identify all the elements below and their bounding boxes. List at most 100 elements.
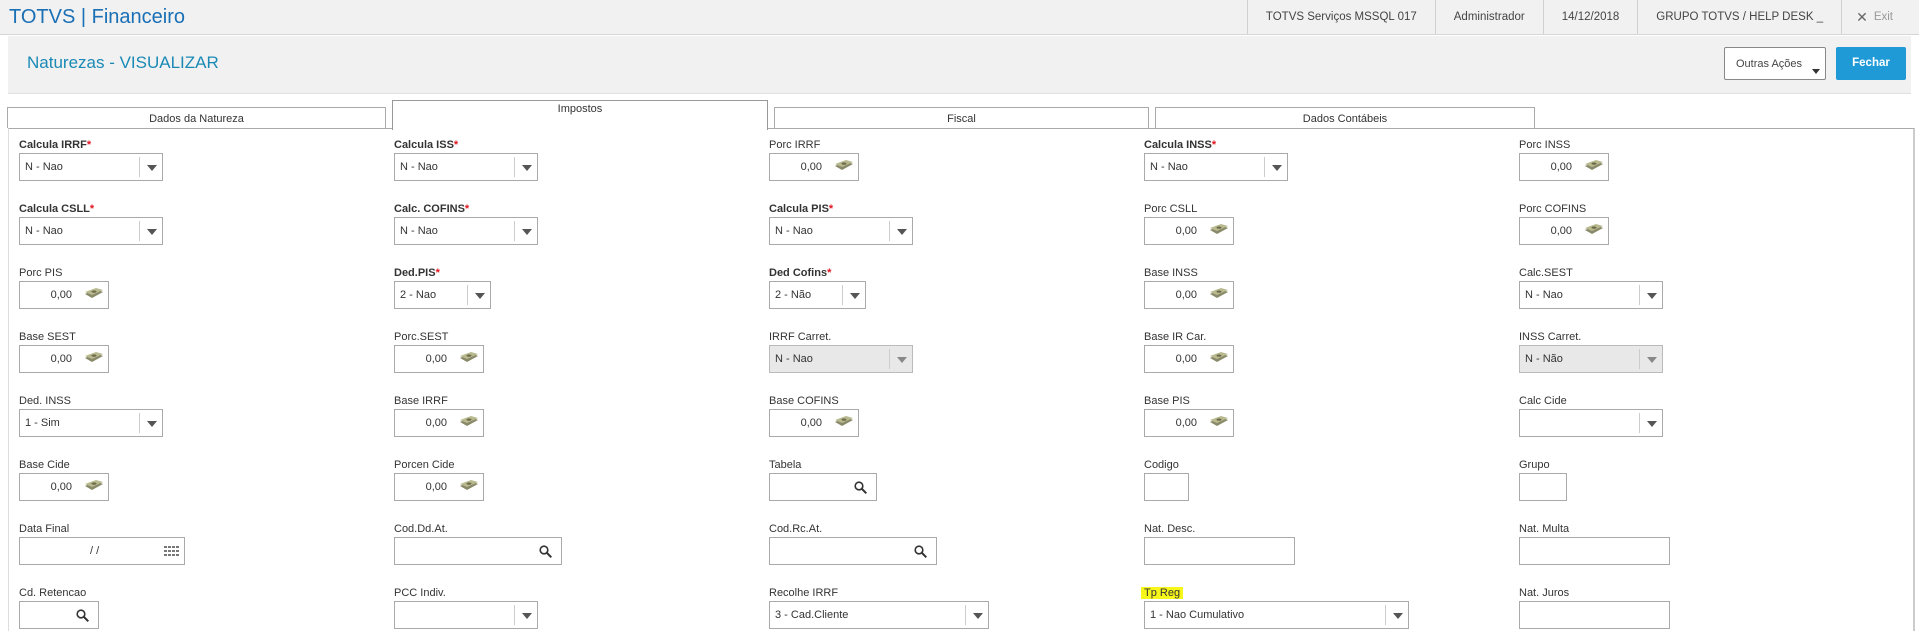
cod-rc-at-label: Cod.Rc.At. <box>769 523 822 535</box>
porc-cofins-field[interactable]: 0,00 <box>1519 217 1609 245</box>
tab-fiscal[interactable]: Fiscal <box>774 107 1149 128</box>
calcula-pis-select[interactable]: N - Nao <box>769 217 913 245</box>
calcula-irrf-select[interactable]: N - Nao <box>19 153 163 181</box>
ded-inss-value: 1 - Sim <box>25 417 60 429</box>
tp-reg-label: Tp Reg <box>1141 587 1184 599</box>
cd-retencao-lookup[interactable] <box>19 601 99 629</box>
money-icon[interactable] <box>1209 352 1229 363</box>
money-icon[interactable] <box>834 160 854 171</box>
base-sest-value: 0,00 <box>50 353 72 365</box>
chevron-down-icon[interactable] <box>1385 605 1408 625</box>
chevron-down-icon[interactable] <box>514 221 537 241</box>
chevron-down-icon[interactable] <box>139 157 162 177</box>
close-button[interactable]: Fechar <box>1836 47 1906 80</box>
base-cide-field[interactable]: 0,00 <box>19 473 109 501</box>
base-inss-field[interactable]: 0,00 <box>1144 281 1234 309</box>
calcula-inss-select[interactable]: N - Nao <box>1144 153 1288 181</box>
search-icon[interactable] <box>854 481 868 495</box>
chevron-down-icon[interactable] <box>1639 349 1662 369</box>
recolhe-irrf-select[interactable]: 3 - Cad.Cliente <box>769 601 989 629</box>
chevron-down-icon[interactable] <box>842 285 865 305</box>
money-icon[interactable] <box>459 480 479 491</box>
money-icon[interactable] <box>834 416 854 427</box>
calcula-csll-select[interactable]: N - Nao <box>19 217 163 245</box>
porc-sest-field[interactable]: 0,00 <box>394 345 484 373</box>
cod-dd-at-lookup[interactable] <box>394 537 562 565</box>
porcen-cide-field[interactable]: 0,00 <box>394 473 484 501</box>
money-icon[interactable] <box>1209 224 1229 235</box>
search-icon[interactable] <box>76 609 90 623</box>
tp-reg-select[interactable]: 1 - Nao Cumulativo <box>1144 601 1409 629</box>
calcula-iss-select[interactable]: N - Nao <box>394 153 538 181</box>
ded-cofins-select[interactable]: 2 - Não <box>769 281 866 309</box>
chevron-down-icon[interactable] <box>514 157 537 177</box>
company-label[interactable]: GRUPO TOTVS / HELP DESK _ <box>1637 0 1841 34</box>
nat-desc-field[interactable] <box>1144 537 1295 565</box>
porc-irrf-field[interactable]: 0,00 <box>769 153 859 181</box>
porc-inss-label-text: Porc INSS <box>1519 139 1571 151</box>
base-irrf-label: Base IRRF <box>394 395 448 407</box>
porc-inss-field[interactable]: 0,00 <box>1519 153 1609 181</box>
porc-csll-field[interactable]: 0,00 <box>1144 217 1234 245</box>
chevron-down-icon[interactable] <box>889 349 912 369</box>
other-actions-button[interactable]: Outras Ações <box>1724 47 1826 80</box>
porc-pis-field[interactable]: 0,00 <box>19 281 109 309</box>
chevron-down-icon[interactable] <box>467 285 490 305</box>
data-final-date-field[interactable]: / / <box>19 537 185 565</box>
money-icon[interactable] <box>84 288 104 299</box>
money-icon[interactable] <box>1209 416 1229 427</box>
nat-juros-field[interactable] <box>1519 601 1670 629</box>
tab-dados-contabeis[interactable]: Dados Contábeis <box>1155 107 1535 128</box>
required-marker: * <box>1211 139 1217 151</box>
search-icon[interactable] <box>539 545 553 559</box>
ded-pis-select[interactable]: 2 - Nao <box>394 281 491 309</box>
tabela-lookup[interactable] <box>769 473 877 501</box>
codigo-field[interactable] <box>1144 473 1189 501</box>
chevron-down-icon[interactable] <box>1639 413 1662 433</box>
base-sest-label-text: Base SEST <box>19 331 76 343</box>
grupo-field[interactable] <box>1519 473 1567 501</box>
base-pis-field[interactable]: 0,00 <box>1144 409 1234 437</box>
calc-cide-select[interactable] <box>1519 409 1663 437</box>
money-icon[interactable] <box>459 416 479 427</box>
ded-pis-label-text: Ded.PIS <box>394 267 436 279</box>
chevron-down-icon[interactable] <box>965 605 988 625</box>
base-cofins-field[interactable]: 0,00 <box>769 409 859 437</box>
tab-dados-natureza[interactable]: Dados da Natureza <box>7 107 386 128</box>
chevron-down-icon[interactable] <box>514 605 537 625</box>
chevron-down-icon[interactable] <box>889 221 912 241</box>
pcc-indiv-select[interactable] <box>394 601 538 629</box>
chevron-down-icon[interactable] <box>1264 157 1287 177</box>
ded-inss-label-text: Ded. INSS <box>19 395 71 407</box>
calc-sest-select[interactable]: N - Nao <box>1519 281 1663 309</box>
nat-juros-label: Nat. Juros <box>1519 587 1569 599</box>
ded-inss-select[interactable]: 1 - Sim <box>19 409 163 437</box>
exit-button[interactable]: ✕ Exit <box>1841 0 1919 34</box>
base-irrf-field[interactable]: 0,00 <box>394 409 484 437</box>
ded-cofins-label-text: Ded Cofins <box>769 267 828 279</box>
recolhe-irrf-label: Recolhe IRRF <box>769 587 838 599</box>
search-icon[interactable] <box>914 545 928 559</box>
chevron-down-icon[interactable] <box>139 221 162 241</box>
calc-sest-label-text: Calc.SEST <box>1519 267 1573 279</box>
chevron-down-icon[interactable] <box>1639 285 1662 305</box>
calc-cofins-select[interactable]: N - Nao <box>394 217 538 245</box>
cod-rc-at-lookup[interactable] <box>769 537 937 565</box>
money-icon[interactable] <box>1584 224 1604 235</box>
chevron-down-icon[interactable] <box>139 413 162 433</box>
nat-multa-field[interactable] <box>1519 537 1670 565</box>
base-ir-car-field[interactable]: 0,00 <box>1144 345 1234 373</box>
base-sest-label: Base SEST <box>19 331 76 343</box>
base-pis-value: 0,00 <box>1175 417 1197 429</box>
money-icon[interactable] <box>84 352 104 363</box>
money-icon[interactable] <box>459 352 479 363</box>
money-icon[interactable] <box>84 480 104 491</box>
environment-label: TOTVS Serviços MSSQL 017 <box>1246 0 1435 34</box>
calendar-icon[interactable] <box>164 546 179 557</box>
porc-irrf-value: 0,00 <box>800 161 822 173</box>
base-sest-field[interactable]: 0,00 <box>19 345 109 373</box>
money-icon[interactable] <box>1584 160 1604 171</box>
money-icon[interactable] <box>1209 288 1229 299</box>
tab-impostos[interactable]: Impostos <box>392 100 768 130</box>
top-info: TOTVS Serviços MSSQL 017 Administrador 1… <box>1246 0 1919 34</box>
